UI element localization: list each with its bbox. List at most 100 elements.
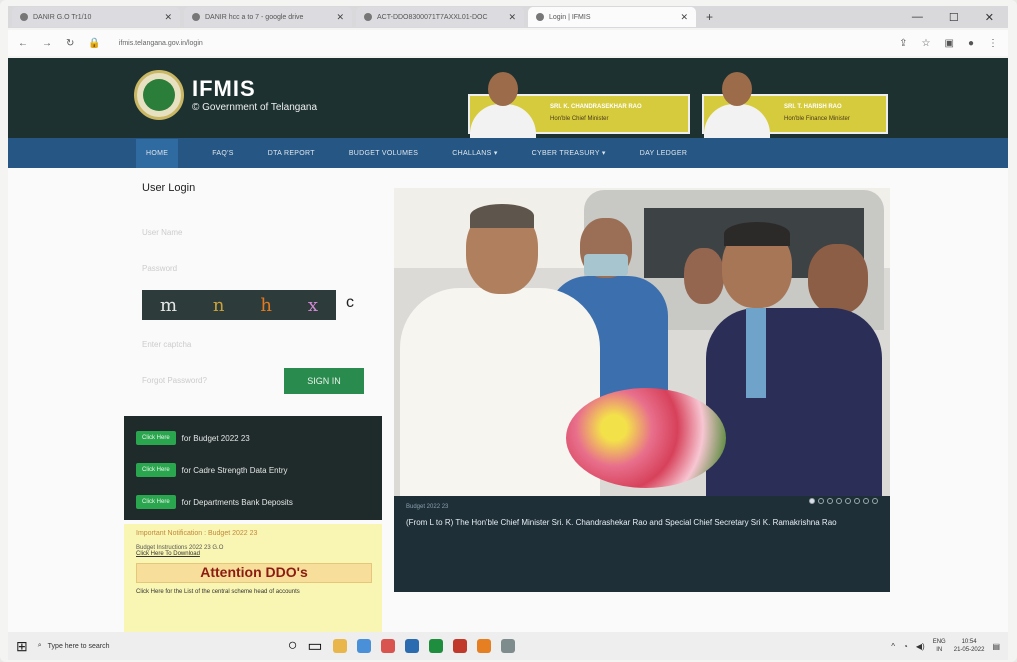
download-link[interactable]: Click Here To Download [136,551,370,557]
edge-icon[interactable] [356,639,371,653]
site-header: IFMIS © Government of Telangana SRI. K. … [8,58,1008,138]
reload-icon[interactable]: ↻ [66,38,74,49]
search-placeholder: Type here to search [47,642,110,650]
volume-icon[interactable]: ◀) [916,642,925,651]
search-icon: ⌕ [37,642,42,649]
carousel-dot[interactable] [872,498,878,504]
nav-challans[interactable]: CHALLANS ▾ [452,149,497,157]
captcha-image: m n h x [142,290,336,320]
task-view-icon[interactable]: ▭ [307,636,322,656]
captcha-char: n [212,294,225,316]
menu-icon[interactable]: ⋮ [988,38,998,49]
nav-dta-report[interactable]: DTA REPORT [268,150,315,157]
close-icon[interactable]: ✕ [508,12,516,23]
url-field[interactable]: ifmis.telangana.gov.in/login [119,40,203,47]
carousel-dot[interactable] [836,498,842,504]
password-input[interactable]: Password [142,264,177,273]
language-indicator[interactable]: ENG IN [933,638,946,654]
notification-panel: Important Notification : Budget 2022 23 … [124,524,382,632]
tab-label: DANIR G.O Tr1/10 [33,13,92,21]
site-brand: IFMIS [192,76,256,101]
carousel-dot[interactable] [854,498,860,504]
extensions-icon[interactable]: ▣ [945,38,954,49]
click-here-button[interactable]: Click Here [136,495,176,509]
browser-tab[interactable]: DANIR G.O Tr1/10 ✕ [12,7,180,27]
attention-banner: Attention DDO's [136,563,372,583]
carousel-dot[interactable] [818,498,824,504]
cortana-icon[interactable]: ○ [288,637,298,655]
login-title: User Login [142,182,196,194]
quick-link-row: Click Here for Budget 2022 23 [136,422,370,454]
file-explorer-icon[interactable] [332,639,347,653]
doc-icon [364,13,372,21]
chrome-icon[interactable] [380,639,395,653]
captcha-char: x [307,294,319,316]
carousel-caption: Budget 2022 23 (From L to R) The Hon'ble… [394,496,890,592]
close-window-icon[interactable]: ✕ [985,11,994,24]
quick-link-row: Click Here for Cadre Strength Data Entry [136,454,370,486]
main-content: User Login User Name Password m n h x c … [8,168,1008,632]
tab-label: ACT-DDO8300071T7AXXL01-DOC [377,13,488,21]
doc-icon [192,13,200,21]
taskbar-search[interactable]: ⌕ Type here to search [38,635,278,657]
sign-in-button[interactable]: SIGN IN [284,368,364,394]
leader-banner-fm: SRI. T. HARISH RAO Hon'ble Finance Minis… [702,72,888,138]
click-here-button[interactable]: Click Here [136,431,176,445]
browser-tab[interactable]: ACT-DDO8300071T7AXXL01-DOC ✕ [356,7,524,27]
click-here-button[interactable]: Click Here [136,463,176,477]
nav-home[interactable]: HOME [136,138,179,168]
carousel-dot[interactable] [809,498,815,504]
share-icon[interactable]: ⇪ [899,38,907,49]
windows-start-icon[interactable]: ⊞ [16,638,28,655]
nav-budget-volumes[interactable]: BUDGET VOLUMES [349,150,418,157]
photo-carousel[interactable] [394,188,890,496]
browser-tab-active[interactable]: Login | IFMIS ✕ [528,7,696,27]
excel-icon[interactable] [428,639,443,653]
lock-icon: 🔒 [88,37,101,49]
minimize-icon[interactable]: — [912,11,923,24]
carousel-dot[interactable] [827,498,833,504]
carousel-dot[interactable] [863,498,869,504]
nav-faqs[interactable]: FAQ'S [212,150,234,157]
nav-cyber-treasury[interactable]: CYBER TREASURY ▾ [532,149,606,157]
telangana-emblem-logo[interactable] [134,70,184,120]
app-icon[interactable] [500,639,515,653]
browser-tab[interactable]: DANIR hcc a to 7 - google drive ✕ [184,7,352,27]
carousel-dot[interactable] [845,498,851,504]
quick-link-text: for Departments Bank Deposits [181,497,293,507]
close-icon[interactable]: ✕ [164,12,172,23]
address-bar: ← → ↻ 🔒 ifmis.telangana.gov.in/login ⇪ ☆… [8,30,1008,56]
chevron-up-icon[interactable]: ^ [891,642,895,651]
new-tab-icon[interactable]: + [706,10,713,24]
captcha-char: m [159,294,178,316]
word-icon[interactable] [404,639,419,653]
powerpoint-icon[interactable] [476,639,491,653]
profile-icon[interactable]: ● [968,38,974,49]
leader-role: Hon'ble Finance Minister [784,116,850,122]
site-subtitle: © Government of Telangana [192,102,318,113]
quick-link-row: Click Here for Departments Bank Deposits [136,486,370,518]
caption-label: Budget 2022 23 [406,504,449,510]
maximize-icon[interactable]: ☐ [949,11,959,24]
close-icon[interactable]: ✕ [680,12,688,23]
username-input[interactable]: User Name [142,228,182,237]
back-icon[interactable]: ← [18,38,28,49]
close-icon[interactable]: ✕ [336,12,344,23]
captcha-input[interactable]: Enter captcha [142,340,191,349]
clock[interactable]: 10:54 21-05-2022 [954,638,985,654]
notification-icon[interactable]: ▤ [992,642,1000,651]
refresh-captcha-icon[interactable]: c [346,294,354,312]
forward-icon[interactable]: → [42,38,52,49]
pdf-icon[interactable] [452,639,467,653]
main-nav: HOME FAQ'S DTA REPORT BUDGET VOLUMES CHA… [8,138,1008,168]
star-icon[interactable]: ☆ [922,38,931,49]
forgot-password-link[interactable]: Forgot Password? [142,376,207,385]
wifi-icon[interactable]: ◔ [903,642,908,651]
caption-text: (From L to R) The Hon'ble Chief Minister… [406,518,837,527]
notification-heading: Important Notification : Budget 2022 23 [136,530,258,537]
scheme-list-link[interactable]: Click Here for the List of the central s… [136,589,370,595]
flower-bouquet-image [566,388,726,488]
leader-banner-cm: SRI. K. CHANDRASEKHAR RAO Hon'ble Chief … [468,72,690,138]
nav-day-ledger[interactable]: DAY LEDGER [640,150,687,157]
quick-link-text: for Budget 2022 23 [181,433,250,443]
